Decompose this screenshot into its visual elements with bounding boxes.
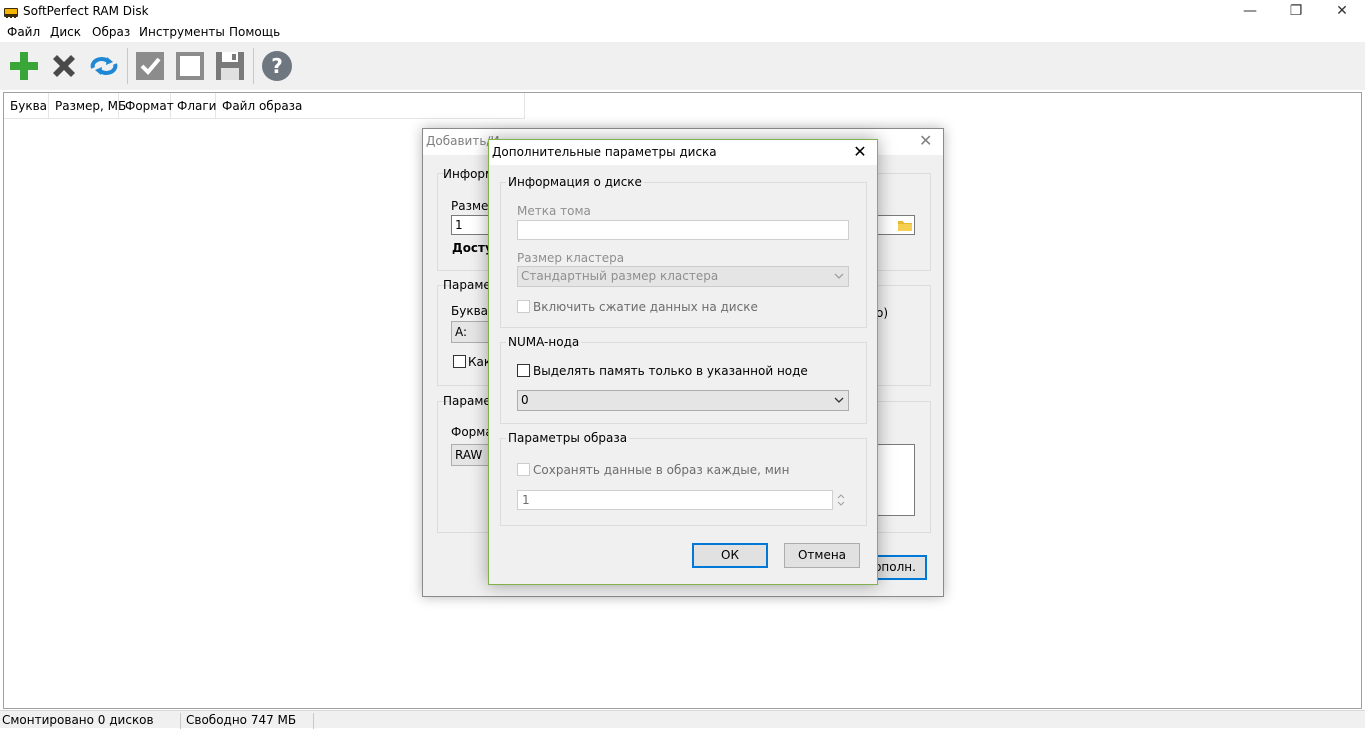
mount-check-icon — [136, 52, 164, 80]
volume-label-caption: Метка тома — [517, 204, 591, 218]
toolbar-separator — [127, 48, 128, 84]
help-button[interactable]: ? — [259, 48, 295, 84]
refresh-button[interactable] — [86, 48, 122, 84]
chevron-down-icon — [834, 273, 844, 279]
help-icon: ? — [262, 51, 292, 81]
remove-button[interactable] — [46, 48, 82, 84]
numa-alloc-label: Выделять память только в указанной ноде — [533, 364, 808, 378]
column-image-file[interactable]: Файл образа — [216, 93, 525, 119]
column-flags[interactable]: Флаги — [171, 93, 216, 119]
numa-node-value: 0 — [521, 393, 529, 407]
menu-tools[interactable]: Инструменты — [139, 25, 225, 39]
save-interval-input[interactable]: 1 — [517, 490, 833, 510]
column-letter[interactable]: Буква — [4, 93, 49, 119]
add-button[interactable] — [6, 48, 42, 84]
image-params-group: Параметры образа Сохранять данные в обра… — [500, 431, 867, 526]
advanced-params-dialog: Дополнительные параметры диска ✕ Информа… — [488, 139, 878, 585]
status-mounted: Смонтировано 0 дисков — [2, 713, 154, 727]
spin-buttons[interactable] — [834, 490, 848, 510]
app-icon — [4, 8, 18, 18]
image-params-legend: Параметры образа — [506, 431, 630, 445]
close-button[interactable]: ✕ — [1319, 0, 1365, 24]
column-size[interactable]: Размер, МБ — [49, 93, 126, 119]
save-interval-checkbox[interactable] — [517, 463, 530, 476]
close-icon: ✕ — [853, 142, 867, 161]
compress-label: Включить сжатие данных на диске — [533, 300, 758, 314]
app-title: SoftPerfect RAM Disk — [23, 4, 149, 18]
cluster-size-caption: Размер кластера — [517, 251, 625, 265]
bg-as-checkbox[interactable] — [453, 355, 466, 368]
numa-group: NUMA-нода Выделять память только в указа… — [500, 335, 867, 424]
menu-image[interactable]: Образ — [92, 25, 130, 39]
mount-button[interactable] — [132, 48, 168, 84]
status-free: Свободно 747 МБ — [186, 713, 297, 727]
minimize-icon: — — [1243, 3, 1257, 19]
menu-disk[interactable]: Диск — [50, 25, 81, 39]
numa-alloc-checkbox[interactable] — [517, 364, 530, 377]
numa-node-select[interactable]: 0 — [517, 390, 849, 411]
status-separator — [313, 713, 314, 729]
close-icon[interactable]: ✕ — [919, 131, 932, 150]
list-header: Буква Размер, МБ Формат Флаги Файл образ… — [4, 93, 525, 119]
svg-text:?: ? — [271, 54, 283, 78]
save-button[interactable] — [212, 48, 248, 84]
title-bar: SoftPerfect RAM Disk — ❐ ✕ — [0, 0, 1365, 24]
save-floppy-icon — [216, 52, 244, 80]
numa-legend: NUMA-нода — [506, 335, 582, 349]
restore-button[interactable]: ❐ — [1273, 0, 1319, 24]
ok-button[interactable]: ОК — [692, 543, 768, 568]
status-bar: Смонтировано 0 дисков Свободно 747 МБ — [0, 710, 1365, 729]
compress-checkbox[interactable] — [517, 300, 530, 313]
menu-bar: Файл Диск Образ Инструменты Помощь — [0, 24, 1365, 42]
dialog-title-bar: Дополнительные параметры диска ✕ — [489, 140, 877, 165]
save-interval-label: Сохранять данные в образ каждые, мин — [533, 463, 790, 477]
toolbar-separator — [253, 48, 254, 84]
remove-icon — [53, 55, 75, 77]
folder-icon[interactable] — [897, 218, 913, 232]
chevron-down-icon — [834, 397, 844, 403]
unmount-square-icon — [176, 52, 204, 80]
disk-info-group: Информация о диске Метка тома Размер кла… — [500, 175, 867, 328]
column-format[interactable]: Формат — [119, 93, 174, 119]
add-icon — [10, 52, 38, 80]
dialog-close-button[interactable]: ✕ — [845, 140, 875, 165]
toolbar: ? — [0, 42, 1365, 90]
bg-available-label: Досту — [452, 241, 493, 255]
close-icon: ✕ — [1336, 3, 1348, 19]
menu-help[interactable]: Помощь — [229, 25, 280, 39]
cluster-size-value: Стандартный размер кластера — [521, 269, 719, 283]
restore-icon: ❐ — [1289, 3, 1303, 19]
dialog-title: Дополнительные параметры диска — [492, 145, 717, 159]
minimize-button[interactable]: — — [1227, 0, 1273, 24]
volume-label-input[interactable] — [517, 220, 849, 240]
cluster-size-select[interactable]: Стандартный размер кластера — [517, 266, 849, 287]
menu-file[interactable]: Файл — [7, 25, 40, 39]
status-separator — [180, 713, 181, 729]
disk-info-legend: Информация о диске — [506, 175, 644, 189]
unmount-button[interactable] — [172, 48, 208, 84]
refresh-icon — [90, 57, 118, 75]
cancel-button[interactable]: Отмена — [784, 543, 860, 568]
